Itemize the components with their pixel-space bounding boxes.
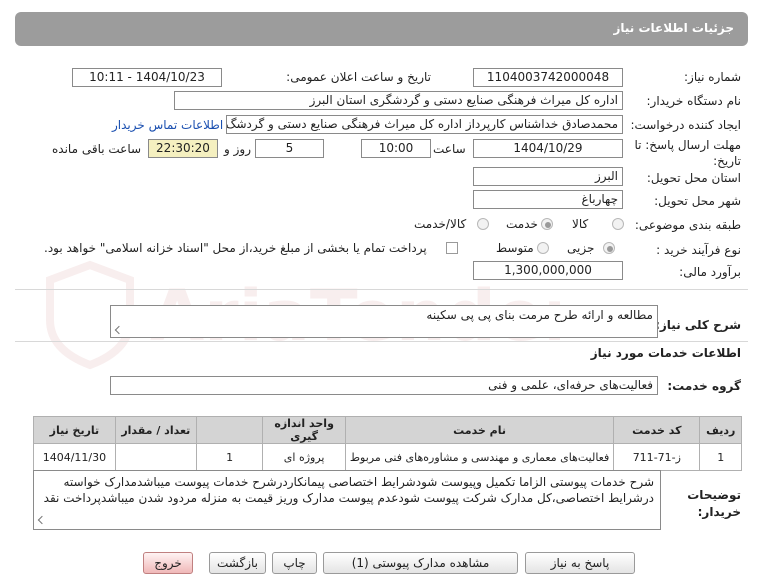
estimate-field: 1,300,000,000: [473, 261, 623, 280]
process-label: نوع فرآیند خرید :: [656, 243, 741, 257]
page-title: جزئیات اطلاعات نیاز: [613, 21, 734, 35]
process-option-medium: متوسط: [496, 241, 534, 255]
print-button[interactable]: چاپ: [272, 552, 317, 574]
reply-button[interactable]: پاسخ به نیاز: [525, 552, 635, 574]
category-option-goods-service: کالا/خدمت: [414, 217, 467, 231]
col-need-date: تاریخ نیاز: [33, 416, 116, 444]
service-group-label: گروه خدمت:: [667, 379, 741, 393]
buyer-notes-field: شرح خدمات پیوستی الزاما تکمیل وپیوست شود…: [33, 470, 661, 530]
process-option-minor: جزیی: [567, 241, 595, 255]
need-number-label: شماره نیاز:: [684, 70, 741, 84]
col-row: ردیف: [699, 416, 742, 444]
buyer-notes-label: توضیحات خریدار:: [687, 488, 741, 519]
view-attachments-button[interactable]: مشاهده مدارک پیوستی (1): [323, 552, 518, 574]
exit-button[interactable]: خروج: [143, 552, 193, 574]
table-row: 1404/11/30 1 پروژه ای فعالیت‌های معماری …: [33, 443, 742, 471]
buyer-org-field: اداره کل میراث فرهنگی صنایع دستی و گردشگ…: [174, 91, 623, 110]
category-radio-goods[interactable]: [612, 218, 624, 230]
category-label: طبقه بندی موضوعی:: [634, 218, 741, 232]
announce-datetime-label: تاریخ و ساعت اعلان عمومی:: [286, 70, 431, 84]
process-radio-medium[interactable]: [537, 242, 549, 254]
cell-unit: پروژه ای: [262, 443, 346, 471]
city-label: شهر محل تحویل:: [654, 194, 741, 208]
treasury-payment-note: پرداخت تمام یا بخشی از مبلغ خرید،از محل …: [44, 241, 427, 255]
remaining-time-label: ساعت باقی مانده: [52, 142, 142, 156]
back-button[interactable]: بازگشت: [209, 552, 266, 574]
buyer-contact-link[interactable]: اطلاعات تماس خریدار: [112, 118, 223, 132]
province-field: البرز: [473, 167, 623, 186]
category-option-goods: کالا: [572, 217, 589, 231]
province-label: استان محل تحویل:: [646, 171, 741, 185]
summary-field: مطالعه و ارائه طرح مرمت بنای پی پی سکینه: [110, 305, 658, 338]
remaining-days-field: 5: [255, 139, 324, 158]
requester-field: محمدصادق خداشناس کارپرداز اداره کل میراث…: [226, 115, 623, 134]
cell-count: 1: [195, 443, 264, 471]
divider: [15, 341, 748, 342]
estimate-label: برآورد مالی:: [679, 265, 741, 279]
treasury-payment-checkbox[interactable]: [446, 242, 458, 254]
col-service-code: کد خدمت: [613, 416, 701, 444]
col-quantity: تعداد / مقدار: [114, 416, 197, 444]
buyer-org-label: نام دستگاه خریدار:: [646, 94, 742, 108]
service-group-field: فعالیت‌های حرفه‌ای، علمی و فنی: [110, 376, 658, 395]
divider: [15, 289, 748, 290]
need-number-field: 1104003742000048: [473, 68, 623, 87]
col-count: [195, 416, 264, 444]
deadline-label: مهلت ارسال پاسخ: تا تاریخ:: [634, 138, 741, 168]
cell-row: 1: [699, 443, 742, 471]
remaining-days-label: روز و: [224, 142, 251, 156]
col-service-name: نام خدمت: [344, 416, 615, 444]
category-radio-goods-service[interactable]: [477, 218, 489, 230]
process-radio-minor[interactable]: [603, 242, 615, 254]
city-field: چهارباغ: [473, 190, 623, 209]
remaining-time-field: 22:30:20: [148, 139, 218, 158]
deadline-date-field: 1404/10/29: [473, 139, 623, 158]
announce-datetime-field: 1404/10/23 - 10:11: [72, 68, 222, 87]
table-header-row: تاریخ نیاز تعداد / مقدار واحد اندازه گیر…: [33, 416, 742, 444]
cell-service-code: ز-71-711: [613, 443, 701, 471]
summary-label: شرح کلی نیاز:: [655, 318, 741, 332]
services-table: تاریخ نیاز تعداد / مقدار واحد اندازه گیر…: [33, 416, 742, 471]
requester-label: ایجاد کننده درخواست:: [630, 118, 741, 132]
category-option-service: خدمت: [506, 217, 538, 231]
services-section-title: اطلاعات خدمات مورد نیاز: [590, 346, 741, 360]
deadline-time-label: ساعت: [433, 142, 466, 156]
cell-service-name: فعالیت‌های معماری و مهندسی و مشاوره‌های …: [344, 443, 615, 471]
page-header: جزئیات اطلاعات نیاز: [15, 12, 748, 46]
cell-quantity: [114, 443, 197, 471]
category-radio-service[interactable]: [541, 218, 553, 230]
col-unit: واحد اندازه گیری: [262, 416, 346, 444]
deadline-time-field: 10:00: [361, 139, 431, 158]
cell-need-date: 1404/11/30: [33, 443, 116, 471]
